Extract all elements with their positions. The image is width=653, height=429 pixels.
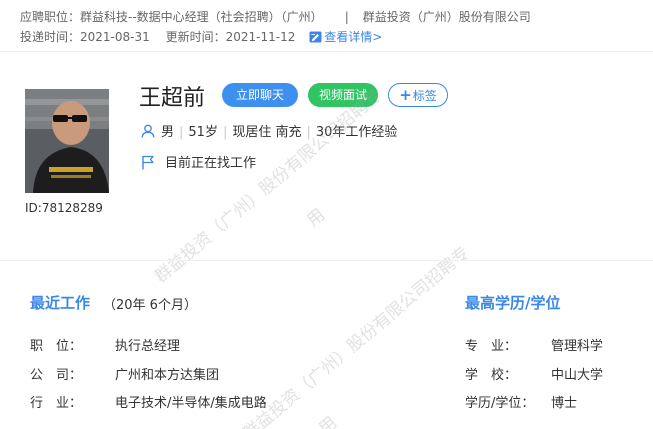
header-row-dates: 投递时间：2021-08-31 更新时间：2021-11-12 查看详情> [20,28,382,45]
separator: | [222,125,228,140]
edu-field-major: 专 业： 管理科学 [465,335,603,354]
submitted-date: 2021-08-31 [80,30,150,44]
edu-field-school: 学 校： 中山大学 [465,364,603,383]
watermark: 群益投资（广州）股份有限公司招聘专 [236,239,473,429]
field-label: 公 司： [30,368,83,383]
field-value: 执行总经理 [115,339,181,354]
separator: | [179,125,184,140]
work-field-industry: 行 业： 电子技术/半导体/集成电路 [30,392,267,411]
section-divider [0,260,653,261]
edu-field-degree: 学历/学位： 博士 [465,392,577,411]
field-label: 行 业： [30,396,83,411]
watermark-text: 群益投资（广州）股份有限公司招聘专 [239,243,474,429]
field-value: 广州和本方达集团 [115,368,220,383]
view-details-link[interactable]: 查看详情> [309,30,382,44]
updated-label: 更新时间： [165,30,226,44]
job-status-text: 目前正在找工作 [165,156,257,171]
age: 51岁 [188,125,218,140]
field-label: 职 位： [30,339,83,354]
field-value: 管理科学 [551,339,604,354]
gender: 男 [161,125,175,140]
field-label: 学 校： [465,368,518,383]
residence: 现居住 南充 [232,125,302,140]
recent-work-duration: （20年 6个月） [103,298,197,313]
education-title: 最高学历/学位 [465,294,561,312]
chat-now-button[interactable]: 立即聊天 [222,83,298,107]
watermark-text: 用 [315,412,342,429]
header-row-position: 应聘职位：群益科技--数据中心经理（社会招聘）（广州） | 群益投资（广州）股份有限… [20,8,531,25]
header-separator: | [344,10,349,24]
work-field-company: 公 司： 广州和本方达集团 [30,364,219,383]
person-icon [141,124,155,138]
submitted-label: 投递时间： [20,30,81,44]
field-value: 博士 [551,396,578,411]
updated-date: 2021-11-12 [225,30,296,44]
field-value: 电子技术/半导体/集成电路 [115,396,267,411]
add-tag-button[interactable]: +标签 [388,83,448,107]
video-interview-button[interactable]: 视频面试 [308,83,378,107]
field-label: 学历/学位： [465,396,535,411]
work-experience: 30年工作经验 [315,125,398,140]
candidate-id: ID:78128289 [25,201,103,215]
resume-header: 应聘职位：群益科技--数据中心经理（社会招聘）（广州） | 群益投资（广州）股份有限… [0,0,653,52]
watermark: 用 [312,409,341,429]
avatar-photo [25,89,109,193]
candidate-basics: 男 | 51岁 | 现居住 南充 | 30年工作经验 [141,121,397,140]
plus-icon: + [399,86,412,104]
edit-icon [309,31,322,43]
company-name: 群益投资（广州）股份有限公司 [362,10,531,24]
job-status: 目前正在找工作 [141,152,256,171]
view-details-label: 查看详情> [324,30,383,44]
position-value: 群益科技--数据中心经理（社会招聘）（广州） [80,10,323,24]
candidate-name: 王超前 [139,86,206,111]
add-tag-label: 标签 [412,89,437,103]
position-label: 应聘职位： [20,10,81,24]
field-label: 专 业： [465,339,518,354]
work-field-position: 职 位： 执行总经理 [30,335,180,354]
profile-section: ID:78128289 王超前 立即聊天 视频面试 +标签 男 | 51岁 | 现居住 … [0,53,653,260]
recent-work-title: 最近工作 [30,294,91,312]
flag-icon [142,155,154,170]
field-value: 中山大学 [551,368,604,383]
avatar [25,89,109,193]
separator: | [306,125,311,140]
